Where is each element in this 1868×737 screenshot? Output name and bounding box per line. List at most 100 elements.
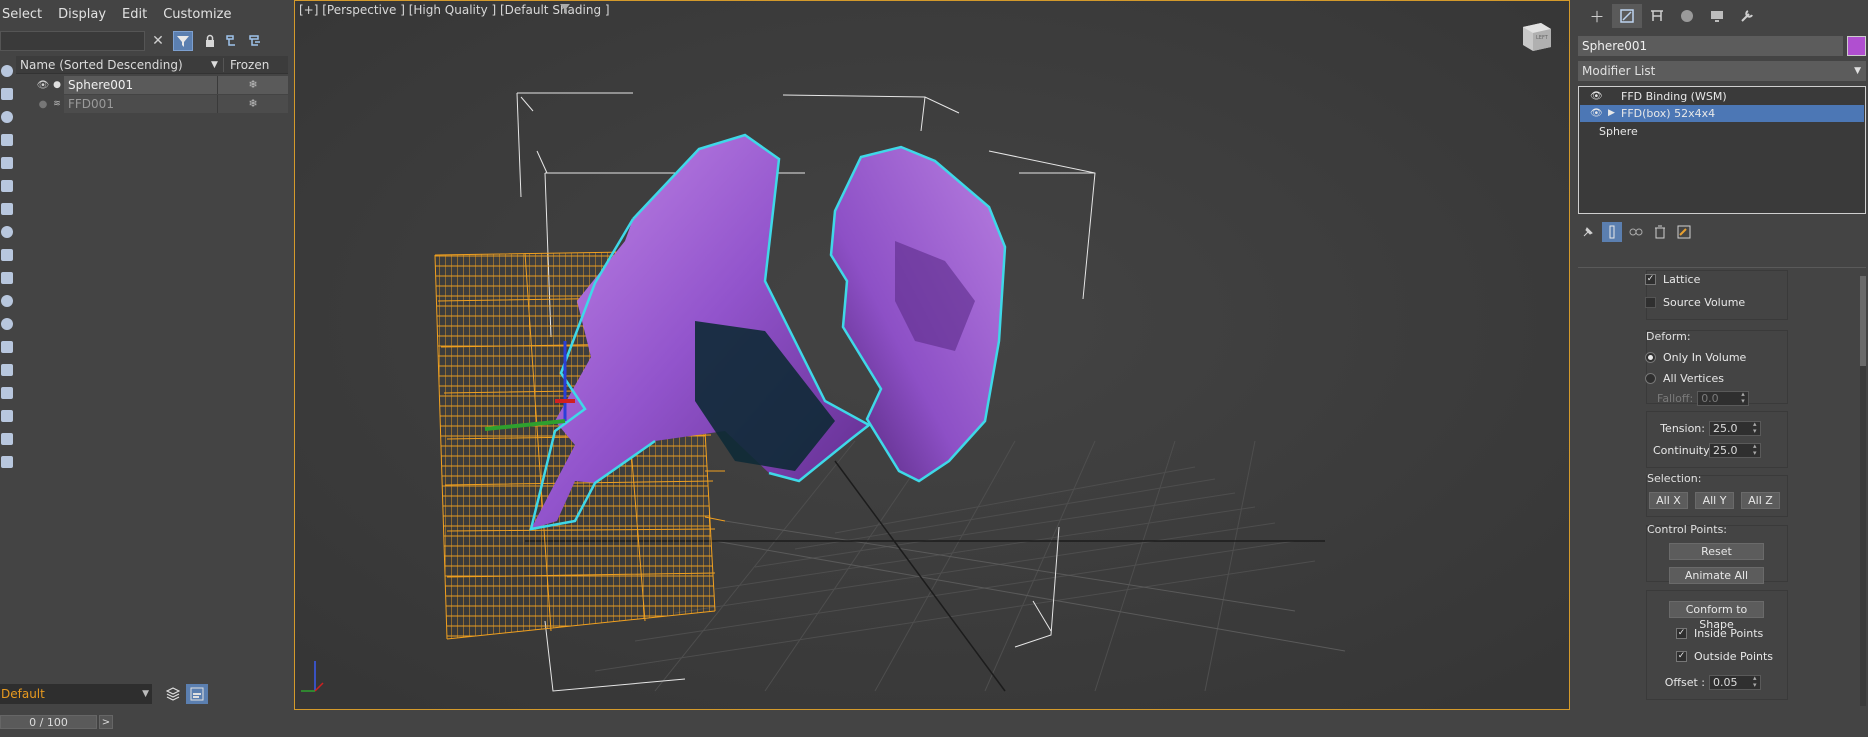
perspective-viewport[interactable]: [+] [Perspective ] [High Quality ] [Defa… xyxy=(294,0,1570,710)
utilities-tab-icon[interactable] xyxy=(1732,4,1762,28)
lock-icon[interactable] xyxy=(200,31,220,51)
outside-points-checkbox[interactable]: ✓ Outside Points xyxy=(1676,650,1773,663)
visibility-eye-icon[interactable]: 👁 xyxy=(36,80,50,91)
deform-group: Deform: Only In Volume All Vertices Fall… xyxy=(1645,330,1788,406)
tension-spinner[interactable]: Tension: 25.0 xyxy=(1653,421,1761,436)
stack-item-label: FFD(box) 52x4x4 xyxy=(1621,107,1716,120)
lattice-checkbox[interactable]: ✓ Lattice xyxy=(1645,273,1700,286)
show-end-result-icon[interactable] xyxy=(1602,222,1622,242)
falloff-value[interactable]: 0.0 xyxy=(1697,391,1750,406)
checkbox-empty-icon xyxy=(1645,297,1656,308)
layer-hierarchy-icon[interactable] xyxy=(245,31,265,51)
xref-filter-icon[interactable] xyxy=(1,226,13,238)
explorer-header: Name (Sorted Descending) ▼ Frozen xyxy=(16,56,288,74)
object-name-field[interactable]: Sphere001 xyxy=(1578,36,1843,56)
display-tab-icon[interactable] xyxy=(1702,4,1732,28)
command-panel-scrollbar[interactable] xyxy=(1860,276,1866,706)
stack-item-ffd-box[interactable]: 👁 ▶ FFD(box) 52x4x4 xyxy=(1580,105,1864,122)
modifier-list-dropdown[interactable]: Modifier List ▼ xyxy=(1578,61,1866,81)
source-volume-checkbox[interactable]: Source Volume xyxy=(1645,296,1745,309)
light-filter-icon[interactable] xyxy=(1,111,13,123)
scrollbar-thumb[interactable] xyxy=(1860,276,1866,366)
command-panel: ＋ Sphere001 Modifier List ▼ 👁 FFD Bindin… xyxy=(1574,0,1868,737)
invert-display-icon[interactable] xyxy=(1,387,13,399)
explorer-row-ffd001[interactable]: ● ≋ FFD001 ❄ xyxy=(16,95,288,113)
inside-points-checkbox[interactable]: ✓ Inside Points xyxy=(1676,627,1763,640)
all-x-button[interactable]: All X xyxy=(1649,492,1688,509)
configure-sets-icon[interactable] xyxy=(1674,222,1694,242)
sync-selection-icon[interactable] xyxy=(1,456,13,468)
animate-all-button[interactable]: Animate All xyxy=(1669,567,1764,584)
helper-filter-icon[interactable] xyxy=(1,157,13,169)
menu-display[interactable]: Display xyxy=(50,4,114,26)
hierarchy-tab-icon[interactable] xyxy=(1642,4,1672,28)
filter-icon[interactable] xyxy=(173,31,193,51)
continuity-value[interactable]: 25.0 xyxy=(1709,443,1761,458)
search-input[interactable] xyxy=(0,31,145,51)
tension-value[interactable]: 25.0 xyxy=(1709,421,1761,436)
object-color-swatch[interactable] xyxy=(1847,36,1866,56)
make-unique-icon[interactable] xyxy=(1626,222,1646,242)
falloff-spinner[interactable]: Falloff: 0.0 xyxy=(1657,391,1750,406)
all-z-button[interactable]: All Z xyxy=(1741,492,1780,509)
container-filter-icon[interactable] xyxy=(1,272,13,284)
group-filter-icon[interactable] xyxy=(1,203,13,215)
all-vertices-radio[interactable]: All Vertices xyxy=(1645,372,1724,385)
reset-button[interactable]: Reset xyxy=(1669,543,1764,560)
layer-dropdown[interactable]: Default ▼ xyxy=(0,684,152,704)
time-bar: 0 / 100 > xyxy=(0,714,290,730)
all-y-button[interactable]: All Y xyxy=(1695,492,1734,509)
viewcube[interactable]: LEFT xyxy=(1519,17,1555,53)
next-frame-button[interactable]: > xyxy=(99,715,113,729)
checkbox-check-icon: ✓ xyxy=(1676,651,1687,662)
explorer-row-sphere001[interactable]: 👁 ● Sphere001 ❄ xyxy=(16,76,288,94)
conform-to-shape-button[interactable]: Conform to Shape xyxy=(1669,601,1764,631)
display-none-icon[interactable] xyxy=(1,364,13,376)
continuity-spinner[interactable]: Continuity: 25.0 xyxy=(1653,443,1761,458)
frozen-filter-icon[interactable] xyxy=(1,295,13,307)
menu-edit[interactable]: Edit xyxy=(114,4,155,26)
clear-search-icon[interactable]: ✕ xyxy=(148,31,168,51)
camera-filter-icon[interactable] xyxy=(1,134,13,146)
remove-modifier-icon[interactable] xyxy=(1650,222,1670,242)
modify-tab-icon[interactable] xyxy=(1612,4,1642,28)
chevron-down-icon: ▼ xyxy=(142,689,149,699)
frozen-column-header[interactable]: Frozen xyxy=(223,57,269,72)
menu-select[interactable]: Select xyxy=(0,4,50,26)
only-in-volume-radio[interactable]: Only In Volume xyxy=(1645,351,1746,364)
bone-filter-icon[interactable] xyxy=(1,249,13,261)
conform-group: Conform to Shape ✓ Inside Points ✓ Outsi… xyxy=(1646,590,1788,700)
menu-customize[interactable]: Customize xyxy=(155,4,239,26)
frozen-snowflake-icon[interactable]: ❄ xyxy=(217,76,288,94)
find-icon[interactable] xyxy=(1,410,13,422)
row-name: Sphere001 xyxy=(64,76,217,94)
hierarchy-icon[interactable] xyxy=(222,31,242,51)
motion-tab-icon[interactable] xyxy=(1672,4,1702,28)
display-all-icon[interactable] xyxy=(1,341,13,353)
visibility-eye-icon[interactable]: 👁 xyxy=(1590,88,1603,105)
stack-item-ffd-binding[interactable]: 👁 FFD Binding (WSM) xyxy=(1580,88,1864,105)
geometry-filter-icon[interactable] xyxy=(1,65,13,77)
select-filter-icon[interactable] xyxy=(1,433,13,445)
pin-stack-icon[interactable] xyxy=(1578,222,1598,242)
deform-title: Deform: xyxy=(1646,330,1691,343)
offset-spinner[interactable]: Offset : 0.05 xyxy=(1655,675,1761,690)
spacewarp-filter-icon[interactable] xyxy=(1,180,13,192)
only-in-volume-label: Only In Volume xyxy=(1663,351,1747,364)
stack-toolbar xyxy=(1578,222,1694,242)
visibility-eye-icon[interactable]: ● xyxy=(36,99,50,110)
frozen-snowflake-icon[interactable]: ❄ xyxy=(217,95,288,113)
visibility-eye-icon[interactable]: 👁 xyxy=(1590,105,1603,122)
create-tab-icon[interactable]: ＋ xyxy=(1582,4,1612,28)
hidden-filter-icon[interactable] xyxy=(1,318,13,330)
name-column-header[interactable]: Name (Sorted Descending) xyxy=(16,58,211,72)
stack-item-sphere[interactable]: Sphere xyxy=(1580,123,1864,140)
expand-arrow-icon[interactable]: ▶ xyxy=(1608,105,1615,122)
shape-filter-icon[interactable] xyxy=(1,88,13,100)
modifier-list-label: Modifier List xyxy=(1582,64,1656,78)
layers-icon[interactable] xyxy=(162,684,184,704)
time-slider[interactable]: 0 / 100 xyxy=(0,715,97,729)
offset-value[interactable]: 0.05 xyxy=(1709,675,1761,690)
viewport-filter-icon[interactable] xyxy=(559,3,571,15)
scene-explorer-mode-icon[interactable] xyxy=(186,684,208,704)
